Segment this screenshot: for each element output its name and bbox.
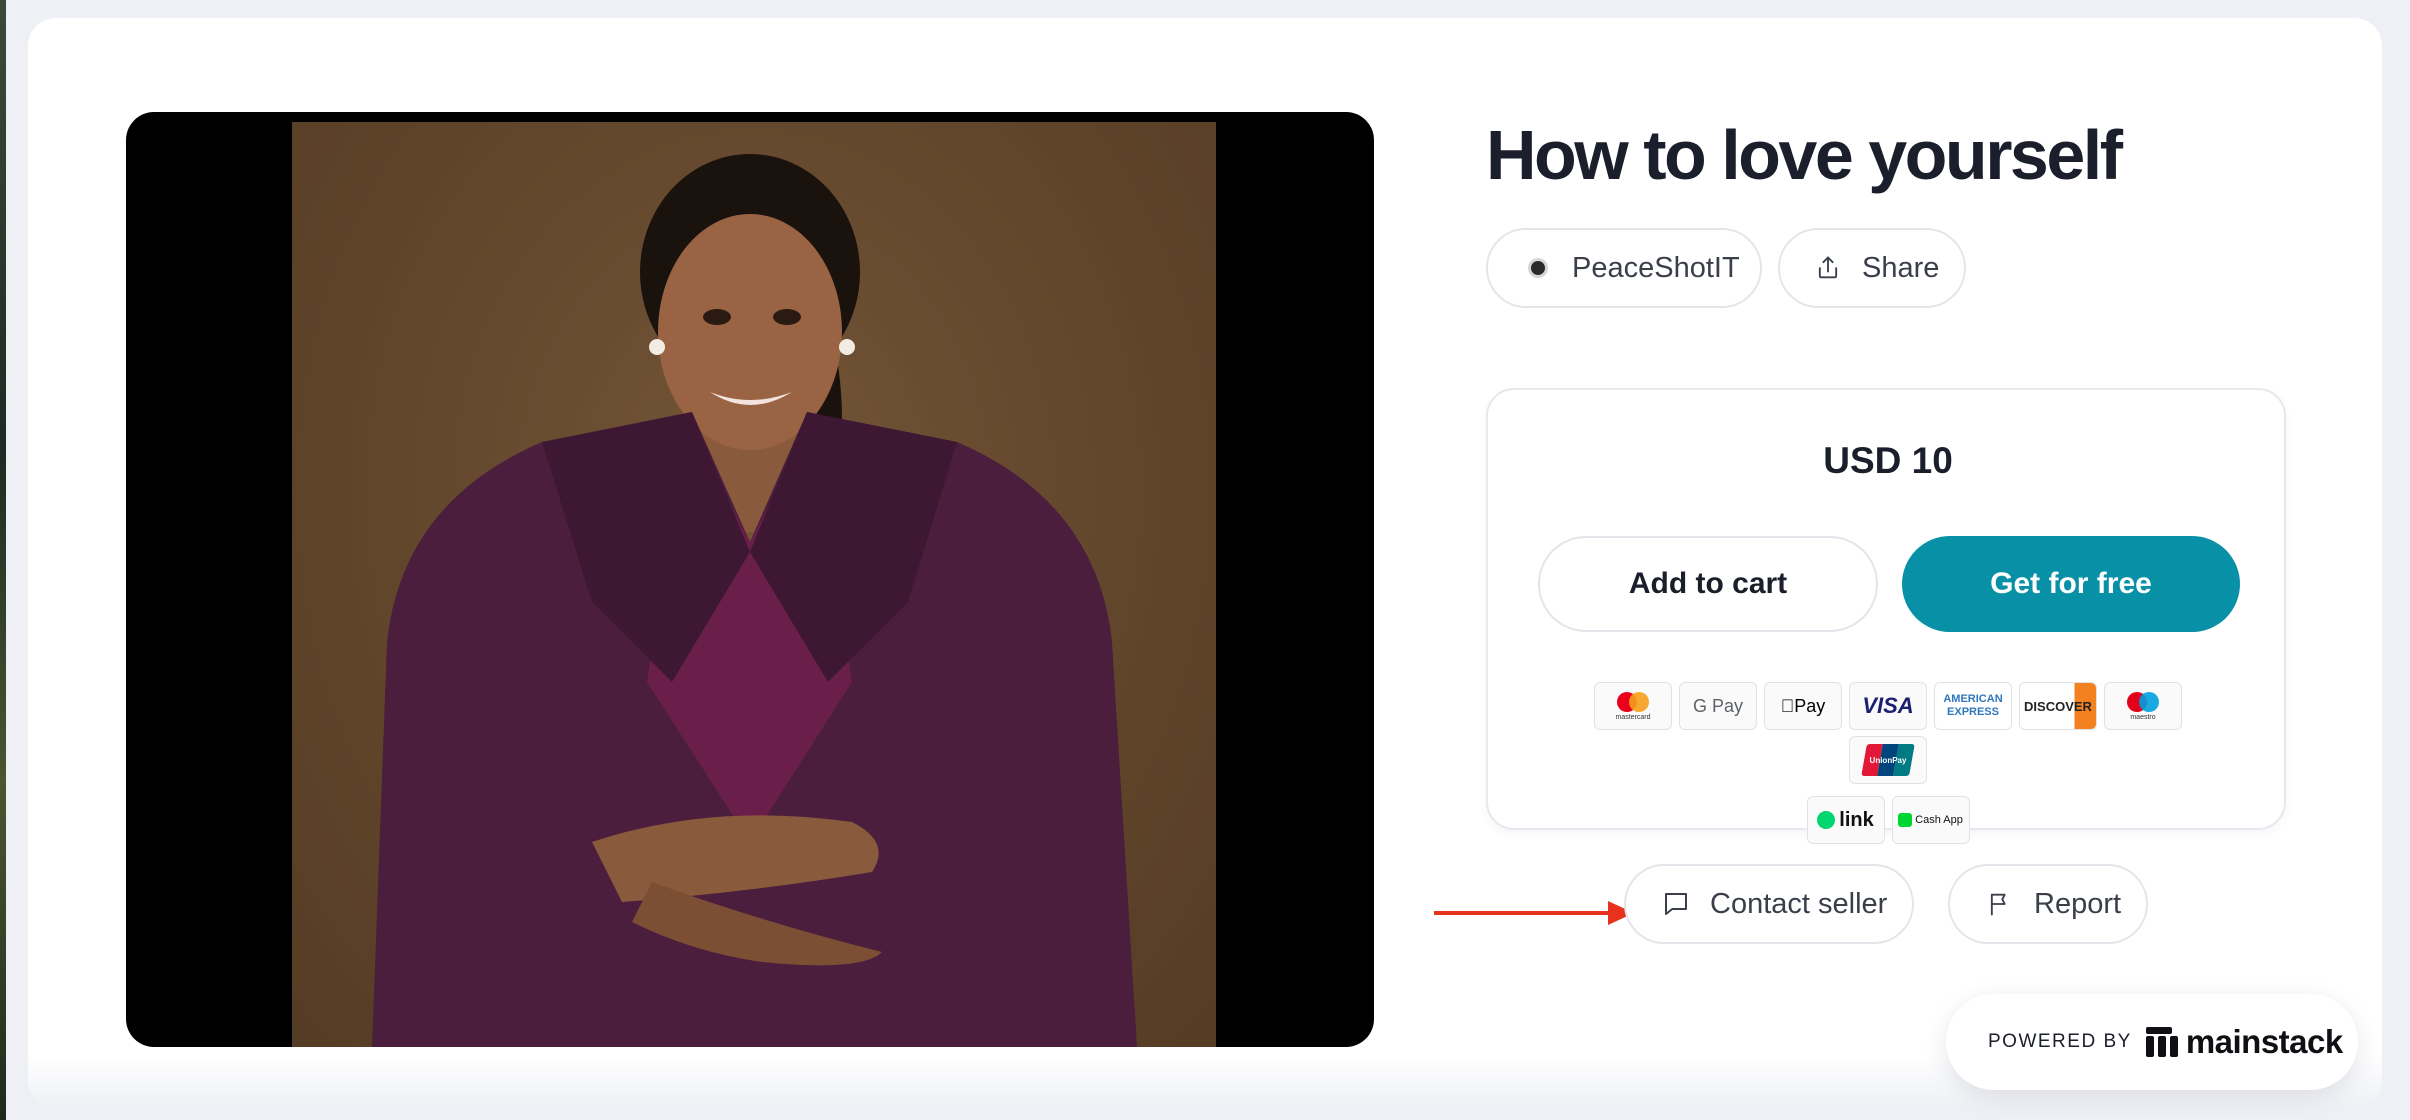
google-pay-label: G Pay	[1692, 695, 1744, 716]
powered-by-badge[interactable]: POWERED BY mainstack	[1946, 994, 2358, 1090]
chat-bubble-icon	[1660, 888, 1692, 920]
apple-logo-icon: 	[1781, 696, 1795, 717]
seller-avatar-icon	[1522, 252, 1554, 284]
mainstack-logo: mainstack	[2145, 1023, 2343, 1061]
price: USD 10	[1823, 440, 1953, 481]
amex-label-line2: EXPRESS	[1947, 706, 1999, 718]
google-pay-icon: G Pay	[1679, 682, 1757, 730]
share-button[interactable]: Share	[1778, 228, 1966, 308]
product-title: How to love yourself	[1486, 116, 2123, 194]
get-for-free-button[interactable]: Get for free	[1902, 536, 2240, 632]
pricing-card: USD 10 Add to cart Get for free masterca…	[1486, 388, 2286, 844]
apple-pay-icon: Pay	[1764, 682, 1842, 730]
share-icon	[1812, 252, 1844, 284]
powered-by-label: POWERED BY	[1988, 1031, 2132, 1052]
flag-icon	[1984, 888, 2016, 920]
seller-button[interactable]: PeaceShotIT	[1486, 228, 1762, 308]
background-edge	[0, 0, 6, 1120]
link-logo-icon	[1817, 811, 1836, 829]
annotation-arrow-icon	[1434, 901, 1634, 925]
report-label: Report	[2034, 887, 2122, 920]
share-label: Share	[1862, 251, 1940, 284]
cash-app-icon: Cash App	[1891, 796, 1970, 844]
mastercard-label: mastercard	[1615, 714, 1651, 721]
report-button[interactable]: Report	[1948, 864, 2148, 944]
contact-seller-button[interactable]: Contact seller	[1624, 864, 1914, 944]
visa-label: VISA	[1862, 693, 1914, 718]
link-pay-icon: link	[1806, 796, 1885, 844]
seller-name: PeaceShotIT	[1572, 251, 1740, 284]
apple-pay-label: Pay	[1787, 695, 1825, 716]
portrait-illustration	[292, 122, 1216, 1047]
cash-app-logo-icon	[1898, 813, 1913, 827]
unionpay-label: UnionPay	[1869, 755, 1907, 765]
payment-methods: mastercard G Pay Pay VISA AMERICAN EXPR…	[1556, 682, 2220, 844]
contact-seller-label: Contact seller	[1710, 887, 1888, 920]
product-image	[292, 122, 1216, 1047]
unionpay-icon: UnionPay	[1849, 736, 1927, 784]
discover-label: DISCOVER	[2024, 698, 2092, 714]
maestro-icon: maestro	[2104, 682, 2182, 730]
product-media[interactable]	[126, 112, 1374, 1047]
mastercard-icon: mastercard	[1594, 682, 1672, 730]
amex-icon: AMERICAN EXPRESS	[1934, 682, 2012, 730]
mainstack-brand-label: mainstack	[2185, 1023, 2343, 1060]
mainstack-logo-icon	[2145, 1027, 2178, 1057]
amex-label-line1: AMERICAN	[1943, 693, 2003, 705]
maestro-label: maestro	[2130, 714, 2156, 721]
cash-app-label: Cash App	[1915, 814, 1963, 826]
link-label: link	[1839, 808, 1874, 831]
add-to-cart-button[interactable]: Add to cart	[1538, 536, 1878, 632]
visa-icon: VISA	[1849, 682, 1927, 730]
discover-icon: DISCOVER	[2019, 682, 2097, 730]
